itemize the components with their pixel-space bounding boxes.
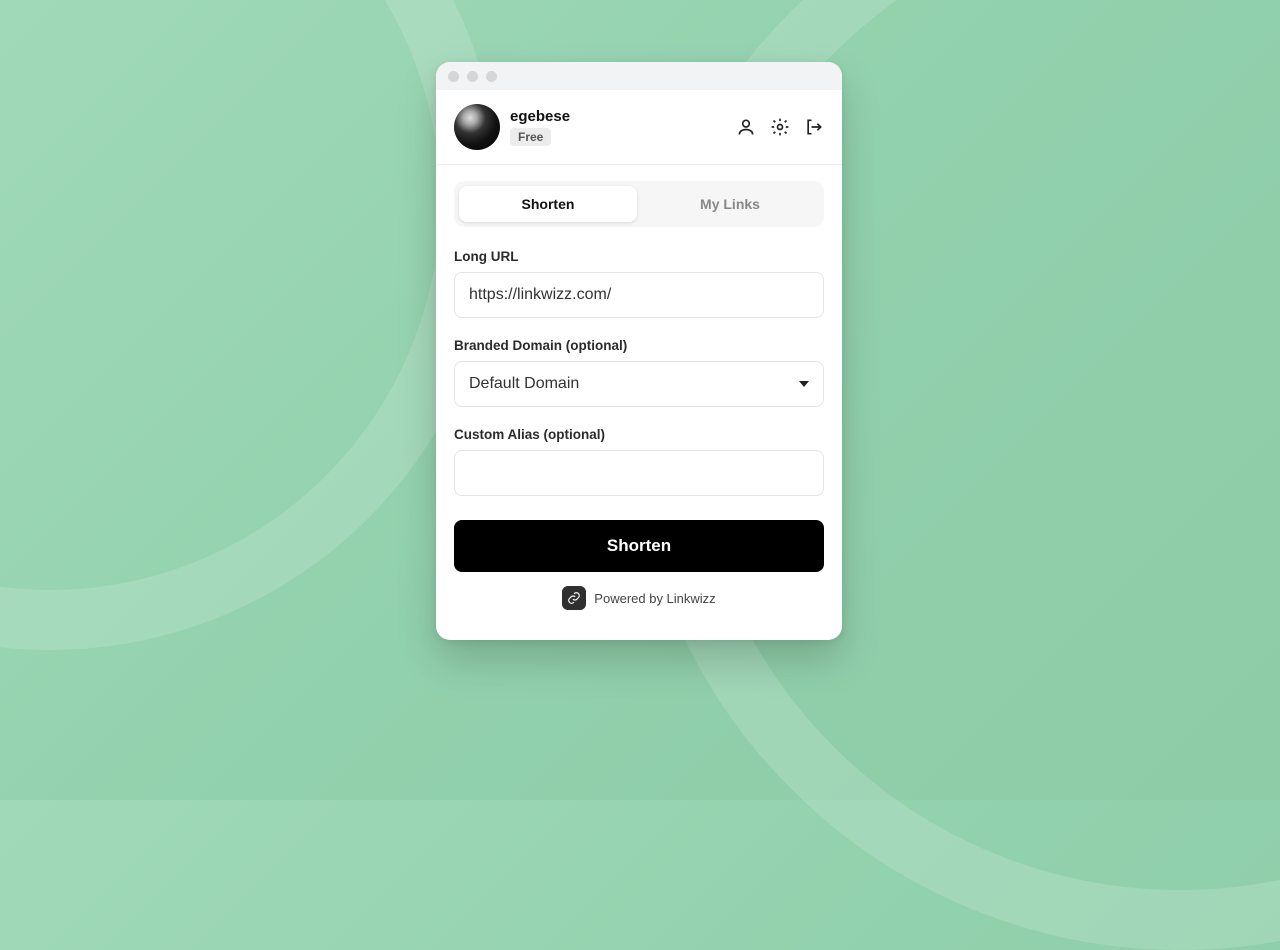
alias-label: Custom Alias (optional) <box>454 427 824 442</box>
user-icon[interactable] <box>736 117 756 137</box>
user-block: egebese Free <box>510 108 570 146</box>
branded-label: Branded Domain (optional) <box>454 338 824 353</box>
long-url-input[interactable] <box>469 286 809 304</box>
gear-icon[interactable] <box>770 117 790 137</box>
header: egebese Free <box>436 90 842 165</box>
tab-mylinks[interactable]: My Links <box>641 186 819 222</box>
link-icon <box>562 586 586 610</box>
alias-input-wrap <box>454 450 824 496</box>
long-url-label: Long URL <box>454 249 824 264</box>
footer-text: Powered by Linkwizz <box>594 591 715 606</box>
bg-decoration <box>0 0 500 650</box>
field-custom-alias: Custom Alias (optional) <box>454 427 824 496</box>
traffic-light-maximize[interactable] <box>486 71 497 82</box>
window-titlebar <box>436 62 842 90</box>
tabs: Shorten My Links <box>454 181 824 227</box>
app-window: egebese Free Shorten My Links Long URL <box>436 62 842 640</box>
field-long-url: Long URL <box>454 249 824 318</box>
username: egebese <box>510 108 570 125</box>
long-url-input-wrap <box>454 272 824 318</box>
traffic-light-minimize[interactable] <box>467 71 478 82</box>
footer: Powered by Linkwizz <box>454 572 824 626</box>
avatar[interactable] <box>454 104 500 150</box>
main-body: Shorten My Links Long URL Branded Domain… <box>436 165 842 640</box>
chevron-down-icon <box>799 381 809 387</box>
shorten-button[interactable]: Shorten <box>454 520 824 572</box>
header-actions <box>736 117 824 137</box>
plan-badge: Free <box>510 128 551 146</box>
tab-shorten[interactable]: Shorten <box>459 186 637 222</box>
traffic-light-close[interactable] <box>448 71 459 82</box>
alias-input[interactable] <box>469 464 809 482</box>
logout-icon[interactable] <box>804 117 824 137</box>
field-branded-domain: Branded Domain (optional) Default Domain <box>454 338 824 407</box>
branded-domain-value: Default Domain <box>469 375 579 393</box>
branded-domain-select[interactable]: Default Domain <box>454 361 824 407</box>
